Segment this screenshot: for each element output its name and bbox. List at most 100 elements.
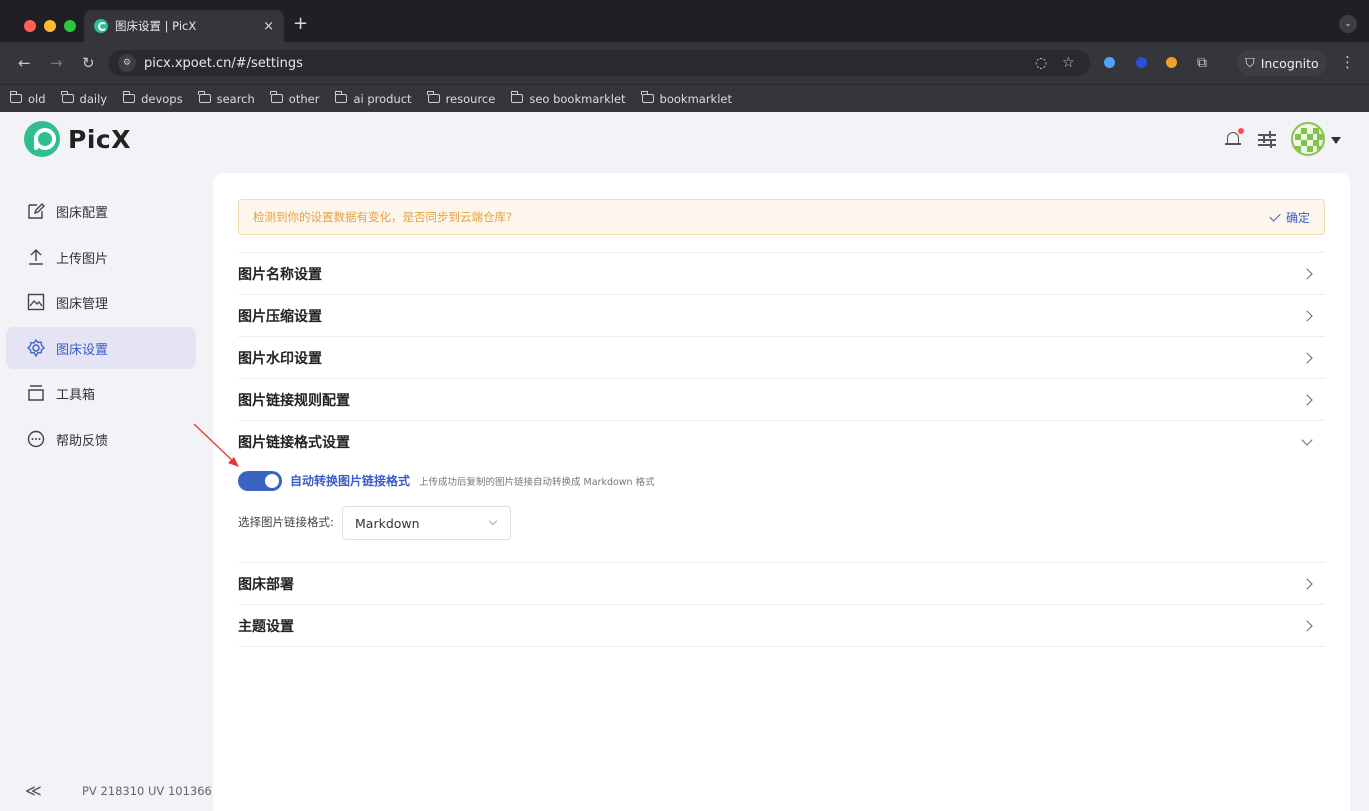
section-title: 图片链接规则配置 xyxy=(238,392,350,409)
section-title: 图片链接格式设置 xyxy=(238,434,350,451)
incognito-button[interactable]: ⛉ Incognito xyxy=(1237,50,1327,76)
section-theme[interactable]: 主题设置 xyxy=(238,604,1325,646)
annotation-arrow-icon xyxy=(193,423,239,467)
section-deploy[interactable]: 图床部署 xyxy=(238,562,1325,604)
picx-logo-icon xyxy=(24,121,60,157)
bookmark-folder[interactable]: devops xyxy=(122,91,183,106)
sidebar-item-image-hosting-config[interactable]: 图床配置 xyxy=(6,190,196,232)
bookmark-folder[interactable]: resource xyxy=(427,91,495,106)
check-icon xyxy=(1269,209,1281,222)
sidebar-item-settings[interactable]: 图床设置 xyxy=(6,327,196,369)
chevron-down-icon xyxy=(488,516,498,526)
caret-down-icon[interactable] xyxy=(1331,137,1341,144)
folder-icon xyxy=(122,91,136,103)
bookmark-folder[interactable]: search xyxy=(198,91,255,106)
logo-text: PicX xyxy=(68,124,131,154)
browser-tab-bar: 图床设置 | PicX × + ⌄ xyxy=(0,0,1369,42)
site-settings-icon[interactable]: ⚙ xyxy=(118,54,136,72)
folder-icon xyxy=(270,91,283,103)
bookmark-star-icon[interactable]: ☆ xyxy=(1062,55,1075,71)
picx-favicon-icon xyxy=(94,19,108,33)
sliders-icon[interactable] xyxy=(1258,131,1276,147)
sidebar-item-label: 上传图片 xyxy=(56,251,109,267)
sidebar-item-feedback[interactable]: 帮助反馈 xyxy=(6,418,196,460)
section-image-name[interactable]: 图片名称设置 xyxy=(238,252,1325,294)
link-format-value: Markdown xyxy=(355,515,420,531)
reload-icon[interactable]: ↻ xyxy=(82,54,95,72)
avatar[interactable] xyxy=(1291,122,1325,156)
sidebar-item-label: 图床配置 xyxy=(56,205,109,221)
section-title: 图床部署 xyxy=(238,576,294,593)
window-close-button[interactable] xyxy=(24,20,36,32)
app-logo[interactable]: PicX xyxy=(24,121,131,157)
sidebar-item-label: 帮助反馈 xyxy=(56,433,109,449)
section-title: 主题设置 xyxy=(238,618,294,635)
incognito-icon: ⛉ xyxy=(1245,55,1255,70)
chat-icon xyxy=(26,429,46,449)
sidebar-item-label: 工具箱 xyxy=(56,387,96,403)
divider xyxy=(238,646,1325,647)
sync-alert: 检测到你的设置数据有变化，是否同步到云端仓库? 确定 xyxy=(238,199,1325,235)
new-tab-button[interactable]: + xyxy=(293,14,308,34)
confirm-sync-button[interactable]: 确定 xyxy=(1269,209,1310,226)
section-title: 图片名称设置 xyxy=(238,266,322,283)
section-link-rules[interactable]: 图片链接规则配置 xyxy=(238,378,1325,420)
incognito-label: Incognito xyxy=(1260,55,1319,71)
browser-menu-icon[interactable]: ⋮ xyxy=(1340,53,1355,71)
sidebar-item-management[interactable]: 图床管理 xyxy=(6,281,196,323)
sidebar-item-label: 图床管理 xyxy=(56,296,109,312)
extension-3-icon[interactable] xyxy=(1166,57,1177,68)
bookmark-folder[interactable]: ai product xyxy=(335,91,412,106)
extension-1-icon[interactable] xyxy=(1104,57,1115,68)
section-title: 图片水印设置 xyxy=(238,350,322,367)
chevron-right-icon xyxy=(1301,577,1313,590)
chevron-down-icon xyxy=(1301,433,1313,446)
eye-off-icon[interactable]: ◌ xyxy=(1035,55,1047,71)
bookmark-folder[interactable]: other xyxy=(270,91,319,106)
pv-uv-stats: PV 218310 UV 101366 xyxy=(82,784,212,798)
auto-convert-toggle[interactable] xyxy=(238,471,282,491)
alert-message: 检测到你的设置数据有变化，是否同步到云端仓库? xyxy=(253,210,513,224)
sidebar-item-label: 图床设置 xyxy=(56,342,109,358)
address-url: picx.xpoet.cn/#/settings xyxy=(144,55,303,71)
browser-tab-active[interactable]: 图床设置 | PicX × xyxy=(84,10,284,42)
folder-icon xyxy=(427,91,440,103)
section-image-watermark[interactable]: 图片水印设置 xyxy=(238,336,1325,378)
bookmark-folder[interactable]: old xyxy=(9,91,46,106)
folder-icon xyxy=(61,91,74,103)
bookmark-folder[interactable]: bookmarklet xyxy=(641,91,732,106)
extensions-puzzle-icon[interactable]: ⧉ xyxy=(1197,55,1207,71)
bookmark-folder[interactable]: daily xyxy=(61,91,107,106)
folder-icon xyxy=(641,91,654,103)
chevron-right-icon xyxy=(1301,393,1313,406)
sidebar-item-toolbox[interactable]: 工具箱 xyxy=(6,372,196,414)
chevron-right-icon xyxy=(1301,351,1313,364)
app-header xyxy=(0,112,1369,168)
bell-icon[interactable] xyxy=(1225,128,1244,148)
sidebar-item-upload[interactable]: 上传图片 xyxy=(6,236,196,278)
bookmarks-bar: old daily devops search other ai product… xyxy=(0,84,1369,112)
notification-dot xyxy=(1238,128,1244,134)
window-maximize-button[interactable] xyxy=(64,20,76,32)
tab-title: 图床设置 | PicX xyxy=(115,19,197,33)
extension-2-icon[interactable] xyxy=(1136,57,1147,68)
folder-icon xyxy=(335,91,348,103)
toolbox-icon xyxy=(26,383,46,403)
bookmark-folder[interactable]: seo bookmarklet xyxy=(510,91,626,106)
confirm-label: 确定 xyxy=(1285,210,1310,225)
tab-close-icon[interactable]: × xyxy=(263,19,274,34)
chevron-right-icon xyxy=(1301,619,1313,632)
forward-arrow-icon[interactable]: → xyxy=(50,54,63,72)
back-arrow-icon[interactable]: ← xyxy=(18,54,31,72)
toggle-knob xyxy=(265,474,279,488)
section-title: 图片压缩设置 xyxy=(238,308,322,325)
section-image-compress[interactable]: 图片压缩设置 xyxy=(238,294,1325,336)
section-link-format[interactable]: 图片链接格式设置 xyxy=(238,420,1325,462)
link-format-select[interactable]: Markdown xyxy=(342,506,511,540)
collapse-sidebar-icon[interactable]: ≪ xyxy=(25,781,42,800)
gear-icon xyxy=(26,338,46,358)
address-bar[interactable]: ⚙ picx.xpoet.cn/#/settings xyxy=(108,50,1090,76)
folder-icon xyxy=(510,91,524,103)
tab-search-button[interactable]: ⌄ xyxy=(1339,15,1357,33)
window-minimize-button[interactable] xyxy=(44,20,56,32)
